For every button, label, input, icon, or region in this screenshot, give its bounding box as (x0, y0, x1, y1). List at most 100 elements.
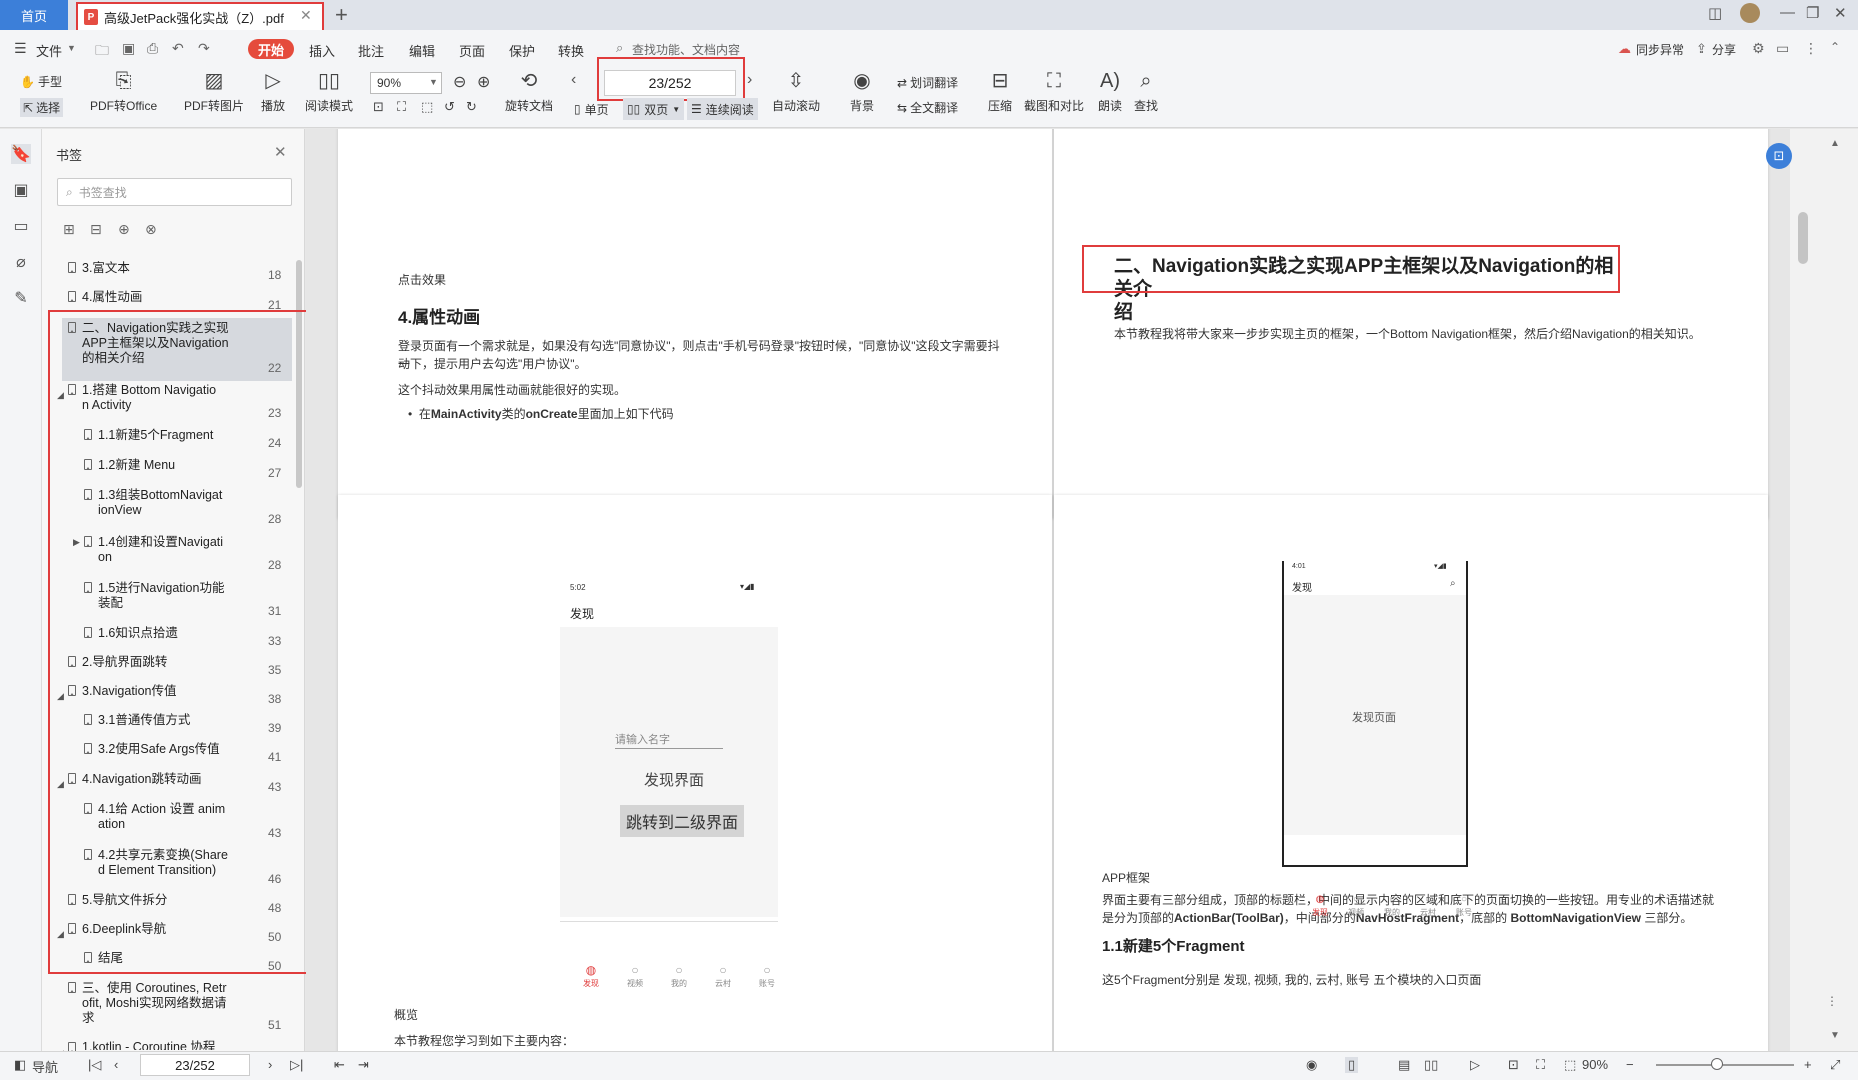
page-mode-icon[interactable]: ▤ (1398, 1057, 1410, 1073)
split-view-icon[interactable]: ⋮ (1826, 994, 1838, 1008)
actual-size-status-icon[interactable]: ⊡ (1508, 1057, 1519, 1073)
add-bookmark-icon[interactable]: ⊕ (118, 221, 130, 238)
last-page-icon[interactable]: ▷| (290, 1057, 303, 1073)
tab-home[interactable]: 首页 (0, 0, 68, 30)
attachment-icon[interactable]: ⌀ (11, 252, 31, 272)
function-search-input[interactable]: 查找功能、文档内容 (632, 41, 740, 58)
word-translate-button[interactable]: ⇄ 划词翻译 (897, 74, 958, 91)
forward-icon[interactable]: ⇥ (358, 1057, 369, 1073)
single-page-status-icon[interactable]: ▯ (1345, 1057, 1359, 1073)
tab-convert[interactable]: 转换 (558, 41, 584, 60)
hand-tool-button[interactable]: ✋ 手型 (20, 73, 62, 90)
compress-button[interactable]: ⊟ 压缩 (988, 70, 1012, 114)
read-mode-button[interactable]: ▯▯ 阅读模式 (305, 70, 353, 114)
undo-icon[interactable]: ↶ (172, 40, 184, 57)
scroll-up-icon[interactable]: ▲ (1830, 138, 1840, 149)
zoom-slider-knob[interactable] (1711, 1058, 1723, 1070)
fit-width-status-icon[interactable]: ⬚ (1564, 1057, 1576, 1073)
tab-protect[interactable]: 保护 (509, 41, 535, 60)
hamburger-icon[interactable]: ☰ (14, 40, 27, 57)
sync-status[interactable]: 同步异常 (1636, 41, 1684, 58)
status-zoom[interactable]: 90% (1582, 1057, 1608, 1072)
rotate-document-button[interactable]: ⟲ 旋转文档 (505, 70, 553, 114)
new-tab-button[interactable]: + (335, 2, 348, 28)
bookmark-item[interactable]: 1.kotlin - Coroutine 协程 (82, 1040, 215, 1050)
thumbnail-icon[interactable]: ▣ (11, 180, 31, 200)
pdf-to-office-button[interactable]: ⎘ PDF转Office (90, 70, 157, 114)
document-scrollbar[interactable] (1798, 212, 1808, 264)
layout-icon[interactable]: ◫ (1708, 4, 1722, 22)
previous-page-icon[interactable]: ‹ (114, 1057, 118, 1072)
chevron-down-icon[interactable]: ▼ (67, 43, 76, 53)
settings-icon[interactable]: ⚙ (1752, 40, 1765, 57)
fullscreen-icon[interactable]: ⤢ (1830, 1057, 1840, 1073)
zoom-slider[interactable] (1656, 1064, 1794, 1066)
delete-bookmark-icon[interactable]: ⊗ (145, 221, 157, 238)
comment-icon[interactable]: ▭ (1776, 40, 1789, 57)
screenshot-compare-button[interactable]: ⛶ 截图和对比 (1024, 70, 1084, 114)
navigation-panel-icon[interactable]: ◧ (14, 1057, 26, 1073)
bookmark-panel-icon[interactable]: 🔖 (11, 144, 31, 164)
expand-all-icon[interactable]: ⊞ (63, 221, 75, 238)
redo-icon[interactable]: ↷ (198, 40, 210, 57)
rotate-left-icon[interactable]: ↺ (444, 99, 455, 115)
signature-icon[interactable]: ✎ (11, 288, 31, 308)
first-page-icon[interactable]: |◁ (88, 1057, 101, 1073)
close-panel-icon[interactable]: ✕ (274, 143, 287, 161)
back-icon[interactable]: ⇤ (334, 1057, 345, 1073)
print-icon[interactable]: ⎙ (147, 40, 158, 57)
zoom-out-icon[interactable]: − (1626, 1057, 1634, 1072)
status-page-input[interactable]: 23/252 (140, 1054, 250, 1076)
full-translate-button[interactable]: ⇆ 全文翻译 (897, 99, 958, 116)
collapse-all-icon[interactable]: ⊟ (90, 221, 102, 238)
annotation-icon[interactable]: ▭ (11, 216, 31, 236)
tab-document[interactable]: P 高级JetPack强化实战（Z）.pdf (76, 2, 324, 30)
zoom-out-icon[interactable]: ⊖ (453, 72, 466, 92)
bookmark-item[interactable]: 3.富文本 (82, 261, 130, 276)
eye-protect-icon[interactable]: ◉ (1306, 1057, 1317, 1073)
more-icon[interactable]: ⋮ (1804, 40, 1818, 57)
fit-page-status-icon[interactable]: ⛶ (1536, 1057, 1545, 1073)
fit-page-icon[interactable]: ⛶ (397, 99, 406, 115)
tab-annotate[interactable]: 批注 (358, 41, 384, 60)
collapse-ribbon-icon[interactable]: ⌃ (1830, 40, 1840, 54)
fit-width-icon[interactable]: ⬚ (421, 99, 433, 115)
bookmark-item[interactable]: 4.属性动画 (82, 290, 142, 305)
continuous-read-button[interactable]: ☰ 连续阅读 (687, 98, 758, 120)
find-button[interactable]: ⌕ 查找 (1134, 70, 1158, 114)
zoom-in-icon[interactable]: ⊕ (477, 72, 490, 92)
minimize-icon[interactable]: — (1780, 4, 1795, 21)
ai-assistant-icon[interactable]: ⊡ (1766, 143, 1792, 169)
auto-scroll-button[interactable]: ⇳ 自动滚动 (772, 70, 820, 114)
pdf-to-image-button[interactable]: ▨ PDF转图片 (184, 70, 244, 114)
zoom-select[interactable]: 90% ▼ (370, 72, 442, 94)
double-page-button[interactable]: ▯▯ 双页 ▼ (623, 98, 685, 120)
actual-size-icon[interactable]: ⊡ (373, 99, 384, 115)
close-tab-icon[interactable]: ✕ (300, 7, 312, 24)
next-page-icon[interactable]: › (747, 71, 752, 89)
bookmark-item[interactable]: 三、使用 Coroutines, Retr ofit, Moshi实现网络数据请… (82, 981, 226, 1026)
save-icon[interactable]: ▣ (122, 40, 135, 57)
close-window-icon[interactable]: ✕ (1834, 4, 1847, 22)
next-page-icon[interactable]: › (268, 1057, 272, 1072)
play-button[interactable]: ▷ 播放 (261, 70, 285, 114)
zoom-in-icon[interactable]: + (1804, 1057, 1812, 1072)
menu-file[interactable]: 文件 (36, 41, 62, 60)
tab-insert[interactable]: 插入 (309, 41, 335, 60)
read-aloud-button[interactable]: A) 朗读 (1098, 70, 1122, 114)
background-button[interactable]: ◉ 背景 (850, 70, 874, 114)
single-page-button[interactable]: ▯ 单页 (570, 98, 613, 120)
previous-page-icon[interactable]: ‹ (571, 71, 576, 89)
navigation-toggle[interactable]: 导航 (32, 1057, 58, 1076)
restore-icon[interactable]: ❐ (1806, 4, 1819, 22)
select-tool-button[interactable]: ⇱ 选择 (20, 98, 64, 117)
tab-start[interactable]: 开始 (248, 39, 294, 59)
play-status-icon[interactable]: ▷ (1470, 1057, 1480, 1073)
avatar[interactable] (1740, 3, 1760, 23)
open-folder-icon[interactable]: 🗀 (95, 40, 109, 64)
bookmark-search-input[interactable]: ⌕ 书签查找 (57, 178, 292, 206)
share-button[interactable]: 分享 (1712, 41, 1736, 58)
scroll-down-icon[interactable]: ▼ (1830, 1030, 1840, 1041)
double-page-status-icon[interactable]: ▯▯ (1424, 1057, 1438, 1073)
document-viewport[interactable]: 点击效果 4.属性动画 登录页面有一个需求就是，如果没有勾选"同意协议"，则点击… (306, 129, 1790, 1051)
